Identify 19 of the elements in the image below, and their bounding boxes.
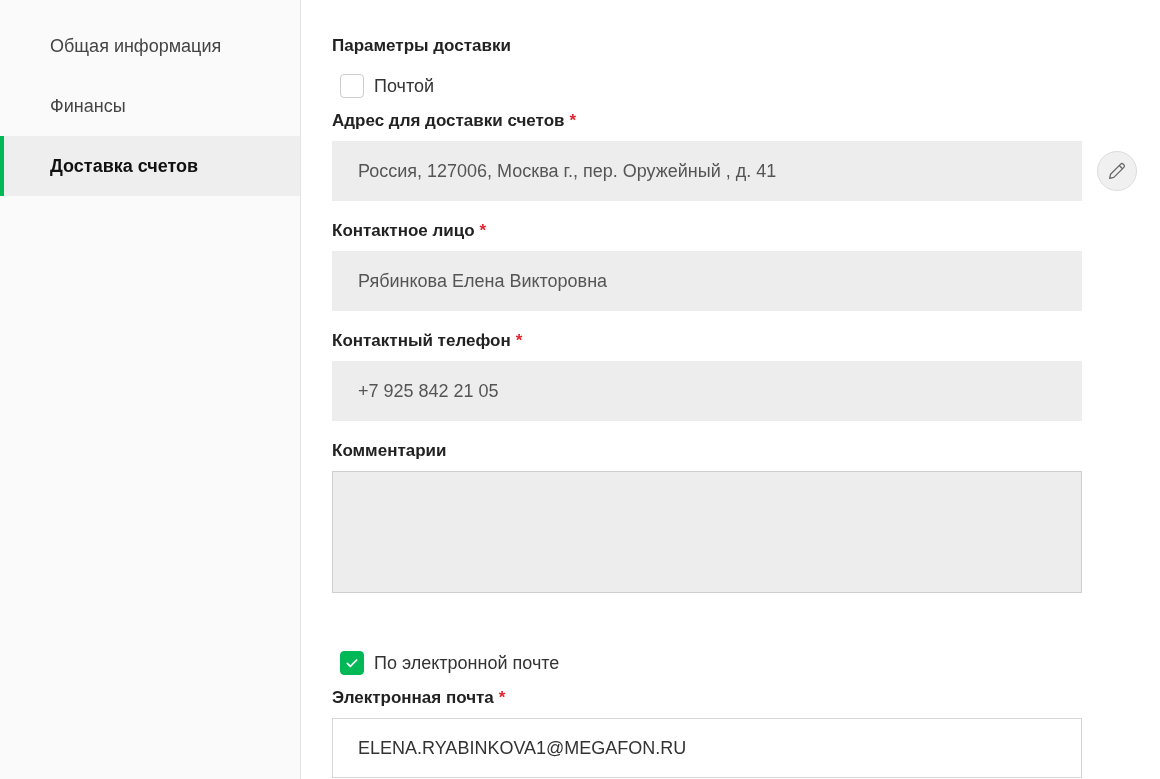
required-mark: * — [569, 111, 577, 131]
required-mark: * — [498, 688, 506, 708]
field-label: Адрес для доставки счетов — [332, 111, 565, 131]
field-label: Контактный телефон — [332, 331, 511, 351]
field-label: Электронная почта — [332, 688, 494, 708]
sidebar-item[interactable]: Финансы — [0, 76, 300, 136]
field-label: Контактное лицо — [332, 221, 475, 241]
required-mark: * — [515, 331, 523, 351]
sidebar-item[interactable]: Доставка счетов — [0, 136, 300, 196]
pencil-icon — [1106, 160, 1128, 182]
checkbox[interactable] — [340, 74, 364, 98]
sidebar-item[interactable]: Общая информация — [0, 16, 300, 76]
checkbox[interactable] — [340, 651, 364, 675]
checkbox-label: Почтой — [374, 75, 435, 97]
required-mark: * — [479, 221, 487, 241]
section-title: Параметры доставки — [332, 36, 511, 56]
input-field[interactable]: ELENA.RYABINKOVA1@MEGAFON.RU — [332, 718, 1082, 778]
checkbox-label: По электронной почте — [374, 652, 560, 674]
field-label: Комментарии — [332, 441, 447, 461]
